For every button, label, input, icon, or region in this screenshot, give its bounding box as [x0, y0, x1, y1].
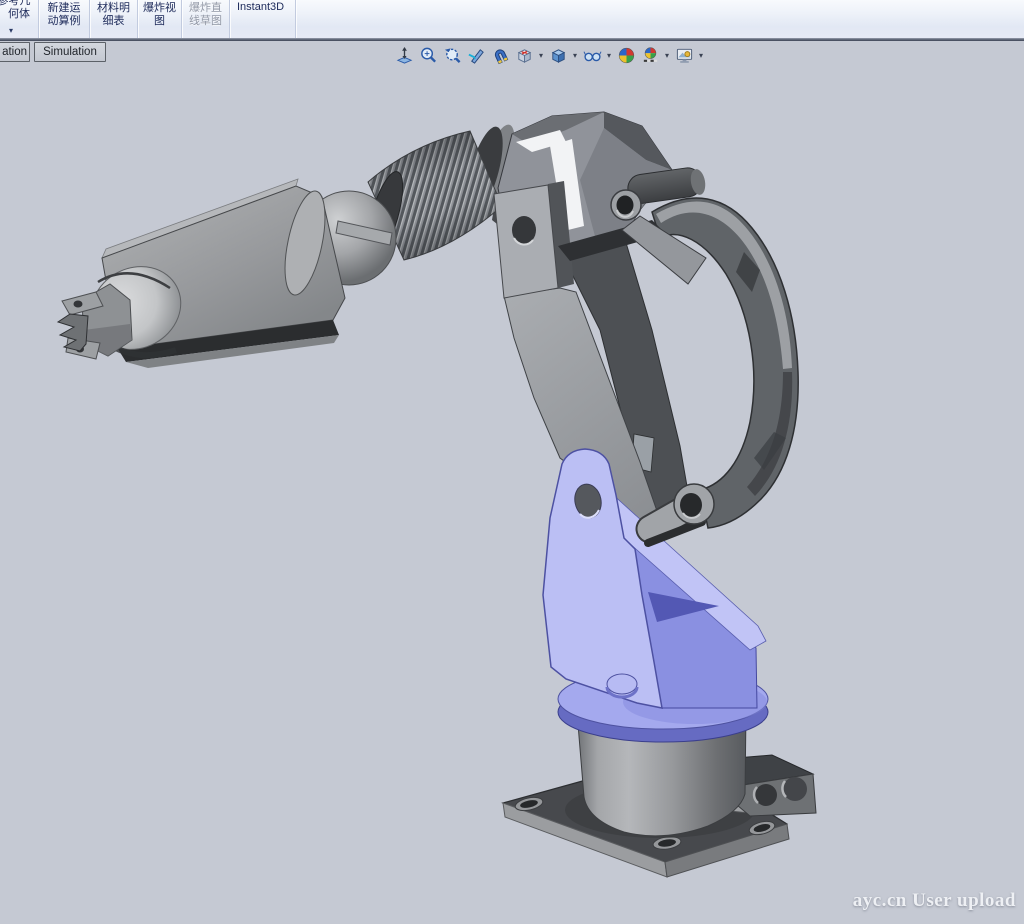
button-label: 何体 [0, 8, 38, 21]
button-label: 图 [138, 15, 181, 28]
dropdown-caret-icon[interactable]: ▾ [9, 24, 13, 37]
button-label: 爆炸直 [182, 2, 229, 15]
command-toolbar: 参考几 何体 ▾ 新建运 动算例 材料明 细表 爆炸视 图 爆炸直 线草图 In… [0, 0, 1024, 38]
tab-label: Simulation [43, 46, 97, 58]
tab-animation-clipped[interactable]: ation [0, 42, 30, 62]
button-label: 爆炸视 [138, 2, 181, 15]
solidworks-window: 参考几 何体 ▾ 新建运 动算例 材料明 细表 爆炸视 图 爆炸直 线草图 In… [0, 0, 1024, 924]
button-label: 细表 [90, 15, 137, 28]
button-label: 线草图 [182, 15, 229, 28]
elbow-clevis [494, 185, 558, 298]
button-label: 新建运 [39, 2, 89, 15]
button-label: 动算例 [39, 15, 89, 28]
button-label: 参考几 [0, 0, 38, 8]
toolbar-filler [296, 0, 1024, 38]
new-motion-study-button[interactable]: 新建运 动算例 [39, 0, 90, 38]
toolbar-divider [0, 38, 1024, 41]
exploded-view-button[interactable]: 爆炸视 图 [138, 0, 182, 38]
explode-line-sketch-button: 爆炸直 线草图 [182, 0, 230, 38]
bill-of-materials-button[interactable]: 材料明 细表 [90, 0, 138, 38]
instant3d-button[interactable]: Instant3D [230, 0, 296, 38]
reference-geometry-button[interactable]: 参考几 何体 ▾ [0, 0, 39, 38]
commandmanager-tab-bar: ation Simulation [0, 41, 1024, 64]
button-label: 材料明 [90, 2, 137, 15]
tab-simulation[interactable]: Simulation [34, 42, 106, 62]
watermark-text: ayc.cn User upload [853, 890, 1016, 912]
tab-label: ation [2, 46, 27, 58]
button-label: Instant3D [237, 1, 295, 14]
3d-viewport[interactable] [0, 0, 1024, 924]
collar-boss [607, 674, 637, 697]
